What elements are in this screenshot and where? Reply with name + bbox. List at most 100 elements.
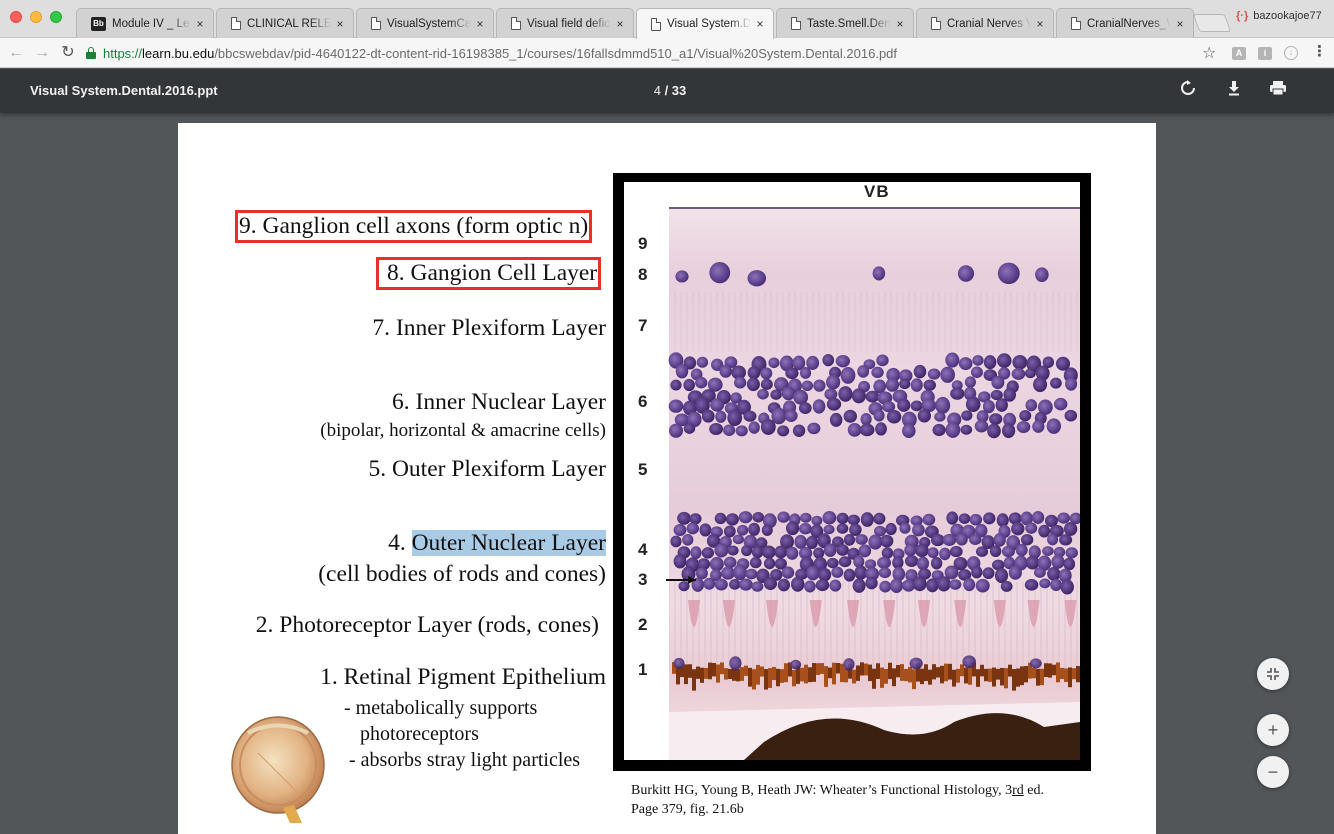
cell-nucleus	[729, 656, 742, 671]
extension-icon[interactable]: A	[1232, 47, 1246, 60]
cell-nucleus	[958, 357, 973, 371]
new-tab-button[interactable]	[1192, 14, 1232, 32]
pigment-granule	[864, 663, 868, 676]
browser-tab[interactable]: Bb Module IV _ Lect ×	[76, 8, 214, 38]
cell-nucleus	[747, 270, 767, 287]
browser-tab[interactable]: CranialNerves_V ×	[1056, 8, 1194, 38]
browser-tab-active[interactable]: Visual System.De ×	[636, 8, 774, 39]
pdf-toolbar: Visual System.Dental.2016.ppt 4 / 33	[0, 69, 1334, 113]
cell-nucleus	[838, 556, 852, 568]
pigment-granule	[1020, 666, 1024, 686]
cell-nucleus	[1033, 567, 1046, 578]
browser-tab[interactable]: VisualSystemCas ×	[356, 8, 494, 38]
cell-nucleus	[723, 424, 736, 436]
cell-nucleus	[798, 402, 812, 414]
cell-nucleus	[878, 567, 892, 579]
cell-nucleus	[950, 387, 965, 400]
cell-nucleus	[807, 422, 821, 435]
cell-nucleus	[760, 378, 773, 390]
reload-icon[interactable]: ↻	[58, 43, 78, 63]
layer-number-8: 8	[638, 265, 648, 284]
maximize-window-button[interactable]	[50, 11, 62, 23]
browser-tab[interactable]: CLINICAL RELEV ×	[216, 8, 354, 38]
pigment-granule	[708, 662, 712, 680]
pigment-granule	[728, 668, 732, 679]
cell-nucleus	[975, 546, 989, 557]
cell-nucleus	[791, 576, 805, 592]
pigment-granule	[1052, 664, 1056, 676]
cell-nucleus	[997, 262, 1020, 285]
close-tab-icon[interactable]: ×	[1175, 17, 1185, 31]
page-number-input[interactable]: 4	[654, 83, 661, 98]
cell-nucleus	[806, 565, 820, 581]
layer-number-1: 1	[638, 660, 648, 679]
browser-tab[interactable]: Visual field defic ×	[496, 8, 634, 38]
cell-nucleus	[1065, 547, 1078, 559]
cell-nucleus	[926, 578, 939, 593]
cell-nucleus	[673, 554, 687, 569]
browser-tab[interactable]: Cranial Nerves V ×	[916, 8, 1054, 38]
pigment-granule	[784, 663, 788, 683]
print-icon[interactable]	[1267, 80, 1289, 102]
extension-icon[interactable]: i	[1258, 47, 1272, 60]
pigment-granule	[896, 664, 900, 678]
cell-nucleus	[1051, 554, 1065, 569]
pigment-granule	[1076, 666, 1080, 683]
cell-nucleus	[725, 513, 739, 526]
retina-micrograph: VB 9 8 7 6 5 4 3 2 1	[624, 182, 1080, 760]
cell-nucleus	[904, 543, 917, 557]
close-tab-icon[interactable]: ×	[195, 17, 205, 31]
rotate-icon[interactable]	[1177, 80, 1199, 102]
cell-nucleus	[1024, 368, 1036, 379]
cell-nucleus	[949, 579, 962, 590]
cell-nucleus	[840, 367, 856, 384]
cell-nucleus	[781, 566, 795, 579]
browser-menu-icon[interactable]: ⋮	[1312, 44, 1327, 60]
pigment-granule	[880, 667, 884, 688]
download-icon[interactable]	[1223, 80, 1245, 102]
cell-nucleus	[983, 512, 996, 525]
tab-title: CLINICAL RELEV	[247, 17, 331, 30]
pigment-granule	[996, 668, 1000, 680]
cell-nucleus	[922, 513, 936, 526]
back-icon[interactable]: ←	[6, 43, 26, 63]
pigment-granule	[900, 664, 904, 681]
pigment-granule	[1004, 668, 1008, 689]
cell-nucleus	[843, 409, 857, 423]
forward-icon[interactable]: →	[32, 43, 52, 63]
zoom-in-button[interactable]: +	[1257, 714, 1289, 746]
label-ganglion-cell-layer: 8. Gangion Cell Layer	[376, 257, 602, 290]
profile-button[interactable]: {·} bazookajoe77	[1236, 10, 1322, 22]
minimize-window-button[interactable]	[30, 11, 42, 23]
close-tab-icon[interactable]: ×	[895, 17, 905, 31]
cell-nucleus	[748, 522, 760, 536]
text-selection-highlight[interactable]: Outer Nuclear Layer	[411, 530, 606, 556]
cell-nucleus	[858, 544, 872, 558]
pigment-granule	[1024, 666, 1028, 683]
zoom-out-button[interactable]: −	[1257, 756, 1289, 788]
address-bar[interactable]: https:// learn.bu.edu /bbcswebdav/pid-46…	[86, 41, 1226, 65]
pigment-granule	[928, 669, 932, 685]
bookmark-star-icon[interactable]: ☆	[1202, 43, 1216, 63]
close-tab-icon[interactable]: ×	[335, 17, 345, 31]
pigment-granule	[1036, 668, 1040, 686]
cell-nucleus	[885, 522, 897, 536]
download-extension-icon[interactable]: ↓	[1284, 46, 1298, 60]
cell-nucleus	[709, 422, 723, 435]
cell-nucleus	[781, 386, 796, 401]
cell-nucleus	[1001, 545, 1015, 558]
pigment-granule	[804, 664, 808, 684]
close-tab-icon[interactable]: ×	[1035, 17, 1045, 31]
close-tab-icon[interactable]: ×	[475, 17, 485, 31]
browser-tab[interactable]: Taste.Smell.Dent ×	[776, 8, 914, 38]
close-tab-icon[interactable]: ×	[755, 17, 765, 31]
pigment-granule	[988, 668, 992, 682]
cell-nucleus	[994, 568, 1009, 584]
close-window-button[interactable]	[10, 11, 22, 23]
cell-nucleus	[886, 410, 902, 424]
close-tab-icon[interactable]: ×	[615, 17, 625, 31]
pigment-granule	[960, 664, 964, 677]
layer-number-6: 6	[638, 392, 648, 411]
fit-to-page-button[interactable]	[1257, 658, 1289, 690]
cell-nucleus	[784, 409, 798, 422]
